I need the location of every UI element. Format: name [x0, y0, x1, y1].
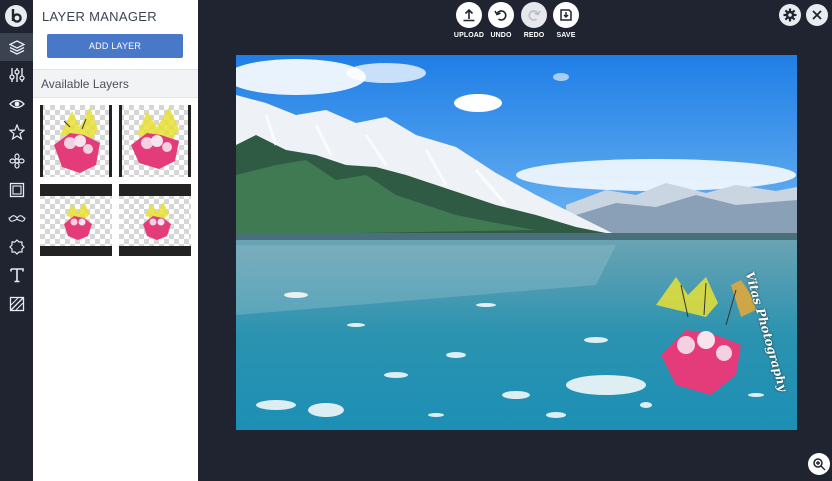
panel-title: LAYER MANAGER	[42, 9, 157, 24]
badge-icon[interactable]	[0, 233, 33, 261]
flower-icon[interactable]	[0, 147, 33, 175]
tool-rail	[0, 0, 33, 481]
save-icon	[553, 2, 579, 28]
layer-thumbnail[interactable]	[40, 105, 112, 177]
available-layers-label: Available Layers	[41, 77, 129, 91]
close-icon[interactable]	[806, 4, 828, 26]
layer-thumbnail[interactable]	[119, 184, 191, 256]
overlay-icon[interactable]	[0, 290, 33, 318]
redo-icon	[521, 2, 547, 28]
layers-icon[interactable]	[0, 33, 33, 61]
add-layer-button[interactable]: ADD LAYER	[47, 34, 183, 58]
save-button[interactable]: SAVE	[546, 2, 586, 39]
photo-canvas[interactable]: Vitas Photography	[236, 55, 797, 430]
redo-label: REDO	[523, 32, 545, 39]
zoom-in-icon[interactable]	[808, 453, 830, 475]
undo-label: UNDO	[490, 32, 512, 39]
save-label: SAVE	[556, 32, 576, 39]
gear-icon[interactable]	[779, 4, 801, 26]
text-icon[interactable]	[0, 261, 33, 289]
mustache-icon[interactable]	[0, 204, 33, 232]
available-layers-header: Available Layers	[33, 69, 198, 98]
upload-label: UPLOAD	[453, 32, 485, 39]
star-icon[interactable]	[0, 118, 33, 146]
layer-thumbnail[interactable]	[40, 184, 112, 256]
upload-icon	[456, 2, 482, 28]
layer-thumbnail[interactable]	[119, 105, 191, 177]
photo-editor-app: LAYER MANAGER ADD LAYER Available Layers	[0, 0, 832, 481]
eye-icon[interactable]	[0, 90, 33, 118]
frame-icon[interactable]	[0, 176, 33, 204]
app-logo[interactable]	[5, 5, 27, 27]
undo-icon	[488, 2, 514, 28]
layer-manager-panel: LAYER MANAGER ADD LAYER Available Layers	[33, 0, 198, 481]
sliders-icon[interactable]	[0, 61, 33, 89]
